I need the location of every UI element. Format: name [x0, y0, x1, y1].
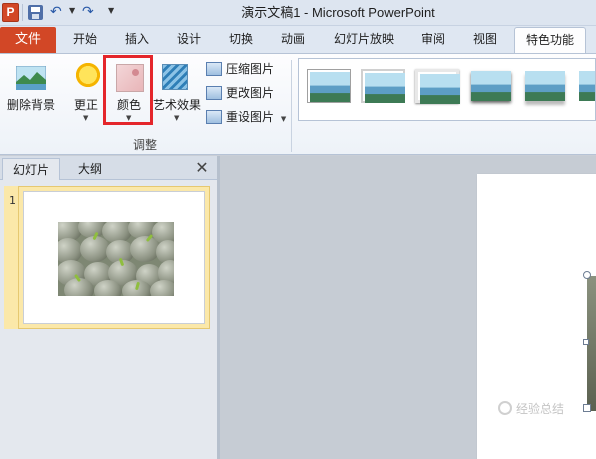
- color-button-highlight: [103, 55, 153, 125]
- change-picture-label: 更改图片: [226, 86, 275, 100]
- tab-outline[interactable]: 大纲: [62, 158, 118, 180]
- artistic-effects-label: 艺术效果: [152, 98, 201, 112]
- picture-style-1[interactable]: [307, 69, 351, 103]
- tab-slides[interactable]: 幻灯片: [2, 158, 60, 180]
- corrections-button[interactable]: 更正 ▼: [64, 56, 108, 132]
- tab-transitions[interactable]: 切换: [218, 27, 264, 53]
- sun-icon: [74, 61, 102, 89]
- reset-picture-icon: [206, 110, 222, 124]
- reset-picture-label: 重设图片: [226, 110, 275, 124]
- remove-background-button[interactable]: 删除背景: [2, 56, 60, 132]
- watermark: 经验总结: [498, 399, 596, 417]
- remove-background-icon: [15, 65, 47, 91]
- tab-insert[interactable]: 插入: [114, 27, 160, 53]
- watermark-text: 经验总结: [516, 402, 565, 416]
- slide-thumbnail[interactable]: [18, 186, 210, 329]
- chevron-down-icon: ▼: [83, 114, 89, 122]
- group-separator: [291, 60, 292, 152]
- picture-style-5[interactable]: [523, 69, 567, 103]
- picture-style-3[interactable]: [415, 69, 460, 104]
- chevron-down-icon: ▼: [174, 114, 180, 122]
- slide-editing-area: 经验总结: [220, 156, 596, 459]
- pane-tabs: 幻灯片 大纲 ✕: [0, 156, 217, 180]
- selection-handle-left[interactable]: [583, 339, 589, 345]
- slides-pane: 幻灯片 大纲 ✕ 1: [0, 156, 217, 459]
- change-picture-icon: [206, 86, 222, 100]
- picture-style-2[interactable]: [361, 69, 405, 103]
- remove-background-label: 删除背景: [6, 98, 55, 112]
- picture-styles-gallery: [298, 58, 596, 121]
- ribbon: 删除背景 更正 ▼ 颜色 ▼ 艺术效果 ▼ 压缩图片 更改图片 重设图片 ▼ 调…: [0, 53, 596, 155]
- picture-style-6[interactable]: [577, 69, 595, 103]
- picture-style-4[interactable]: [469, 69, 513, 103]
- change-picture-button[interactable]: 更改图片: [206, 82, 274, 104]
- chevron-down-icon: ▼: [280, 115, 287, 123]
- tab-home[interactable]: 开始: [62, 27, 108, 53]
- artistic-effects-icon: [162, 64, 188, 90]
- compress-pictures-label: 压缩图片: [226, 62, 275, 76]
- reset-picture-button[interactable]: 重设图片 ▼: [206, 106, 286, 128]
- compress-pictures-icon: [206, 62, 222, 76]
- tab-design[interactable]: 设计: [166, 27, 212, 53]
- tab-view[interactable]: 视图: [462, 27, 508, 53]
- tab-review[interactable]: 审阅: [410, 27, 456, 53]
- slide-selection-bar: [4, 186, 18, 329]
- title-bar: P ↶ ▼ ↷ ▼ 演示文稿1 - Microsoft PowerPoint: [0, 0, 596, 26]
- ribbon-tabs: 文件 开始 插入 设计 切换 动画 幻灯片放映 审阅 视图 特色功能: [0, 26, 596, 53]
- close-icon[interactable]: ✕: [192, 158, 212, 178]
- watermark-logo-icon: [498, 401, 512, 415]
- tab-animations[interactable]: 动画: [270, 27, 316, 53]
- artistic-effects-button[interactable]: 艺术效果 ▼: [150, 56, 204, 132]
- adjust-group-label: 调整: [132, 138, 157, 152]
- tab-special-features[interactable]: 特色功能: [514, 27, 586, 53]
- window-title: 演示文稿1 - Microsoft PowerPoint: [241, 5, 435, 20]
- slide-number: 1: [9, 194, 16, 207]
- tab-file[interactable]: 文件: [0, 27, 56, 53]
- tab-slide-show[interactable]: 幻灯片放映: [322, 27, 406, 53]
- compress-pictures-button[interactable]: 压缩图片: [206, 58, 274, 80]
- corrections-label: 更正: [73, 98, 98, 112]
- eggs-photo-thumbnail: [58, 222, 174, 296]
- slide-thumbnail-canvas: [23, 191, 205, 324]
- selection-handle-top-left[interactable]: [583, 271, 591, 279]
